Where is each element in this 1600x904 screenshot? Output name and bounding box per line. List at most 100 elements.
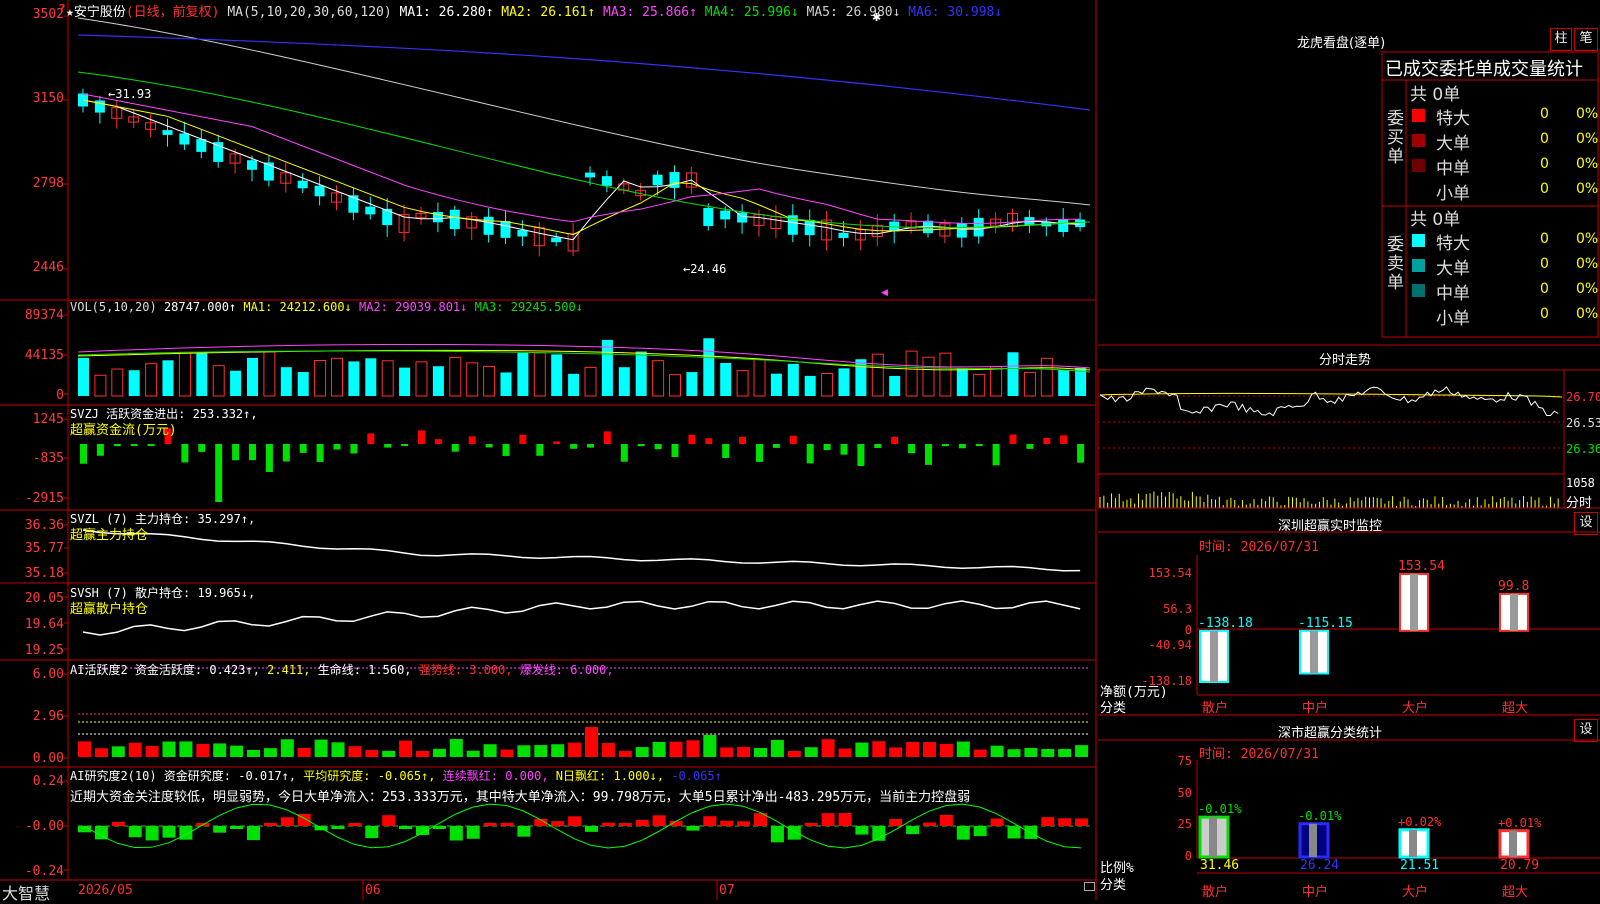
- candle: [1058, 219, 1069, 232]
- ai1-value: 生命线: 1.560,: [317, 663, 419, 677]
- svsh-axis-label: 19.25: [24, 643, 64, 658]
- fund-flow-bar: [806, 444, 814, 464]
- activity-bar: [838, 748, 852, 757]
- classify-settings-button[interactable]: 设: [1574, 719, 1598, 742]
- period-label[interactable]: (日线，前复权): [126, 5, 220, 20]
- intraday-avg-line: [1099, 392, 1563, 398]
- activity-bar: [720, 747, 734, 757]
- activity-bar: [297, 748, 311, 757]
- order-percent: 0%: [1576, 256, 1599, 272]
- volume-bar: [263, 351, 276, 397]
- ma-value: MA2: 26.161↑: [493, 5, 596, 20]
- order-percent: 0%: [1576, 231, 1599, 247]
- research-bar: [517, 826, 531, 837]
- ma3-line: [82, 93, 1081, 225]
- fund-flow-bar: [840, 444, 848, 455]
- monitor-bar-shade: [1510, 593, 1518, 631]
- order-size-name: 中单: [1436, 159, 1470, 179]
- research-bar: [365, 826, 379, 839]
- ai2-value: 连续飘红: 0.000,: [442, 769, 556, 783]
- order-size-name: 大单: [1436, 134, 1470, 154]
- volume-bar: [128, 370, 140, 396]
- research-bar: [162, 826, 176, 838]
- ai1-value: 爆发线: 6.000,: [519, 663, 614, 677]
- activity-bar: [280, 739, 294, 757]
- candle: [382, 208, 393, 226]
- order-percent: 0%: [1576, 156, 1599, 172]
- tab-bar-view[interactable]: 柱: [1550, 28, 1572, 51]
- classify-bar: [1398, 828, 1430, 859]
- volume-bar: [466, 362, 479, 397]
- ai1-header: AI活跃度2 资金活跃度: 0.423↑, 2.411, 生命线: 1.560,…: [70, 661, 614, 678]
- volume-bar: [956, 368, 968, 396]
- vol-title: VOL(5,10,20): [70, 300, 157, 314]
- sell-total: 共 0单: [1410, 210, 1461, 230]
- activity-bar: [855, 742, 869, 757]
- kline-chart-area[interactable]: [0, 0, 1098, 900]
- activity-bar: [1041, 749, 1055, 757]
- fund-flow-bar: [620, 444, 628, 462]
- activity-bar: [314, 739, 328, 757]
- order-size-swatch: [1412, 159, 1425, 172]
- activity-bar: [804, 747, 818, 757]
- brand-logo[interactable]: 大智慧: [2, 880, 50, 904]
- activity-bar: [263, 748, 277, 757]
- activity-bar: [196, 743, 210, 757]
- fund-flow-bar: [908, 444, 916, 454]
- activity-bar: [585, 727, 598, 757]
- fund-flow-bar: [756, 444, 763, 462]
- volume-bar: [94, 374, 107, 397]
- svzl-axis-label: 35.18: [24, 566, 64, 581]
- order-count: 0: [1540, 281, 1549, 297]
- stock-name[interactable]: ★安宁股份: [66, 5, 126, 20]
- svzl-axis-label: 35.77: [24, 541, 64, 556]
- research-bar: [973, 826, 987, 837]
- research-bar: [466, 826, 480, 839]
- activity-bar: [230, 745, 244, 757]
- price-axis-label: 2446: [32, 260, 64, 275]
- monitor-settings-button[interactable]: 设: [1574, 512, 1598, 535]
- monitor-bar-value: -138.18: [1198, 615, 1253, 631]
- monitor-bar: [1299, 629, 1329, 675]
- volume-bar: [348, 361, 360, 396]
- svzj-axis-label: -2915: [24, 491, 64, 506]
- fund-flow-bar: [1077, 444, 1085, 463]
- fund-flow-bar: [1043, 437, 1051, 444]
- tab-tick-view[interactable]: 笔: [1574, 28, 1598, 51]
- ai1-axis-label: 0.00: [32, 751, 64, 766]
- activity-bar: [348, 746, 362, 757]
- activity-bar: [669, 741, 683, 757]
- research-bar: [500, 822, 514, 826]
- research-bar: [551, 821, 565, 826]
- volume-bar: [1075, 367, 1087, 396]
- fund-flow-bar: [367, 433, 375, 444]
- fund-flow-bar: [789, 435, 797, 444]
- research-bar: [1058, 818, 1072, 826]
- lock-icon[interactable]: [1084, 882, 1095, 891]
- fund-flow-bar: [130, 444, 138, 446]
- svzj-axis-label: 1245: [32, 412, 64, 427]
- vol-ma2-line: [77, 343, 1091, 369]
- question-icon[interactable]: ?: [59, 2, 65, 15]
- order-size-swatch: [1412, 134, 1425, 147]
- classify-bar-shade: [1309, 823, 1317, 857]
- activity-bar: [466, 750, 480, 757]
- activity-bar: [213, 743, 227, 757]
- order-size-swatch: [1412, 109, 1425, 122]
- research-bar: [635, 819, 649, 826]
- classify-xlabel: 分类: [1100, 878, 1127, 893]
- research-bar: [568, 816, 582, 826]
- candle: [365, 206, 376, 215]
- vol-axis-label: 89374: [24, 308, 64, 323]
- intraday-vol-label: 分时: [1566, 496, 1593, 511]
- classify-value: 26.24: [1300, 858, 1340, 873]
- candle: [517, 229, 528, 237]
- candle: [297, 180, 308, 189]
- volume-bar: [162, 360, 174, 396]
- fund-flow-bar: [570, 444, 578, 449]
- monitor-bar-value: 153.54: [1398, 559, 1445, 574]
- ai1-axis-label: 6.00: [32, 667, 64, 682]
- fund-flow-bar: [536, 444, 544, 456]
- research-bar: [483, 823, 497, 826]
- fund-flow-bar: [1026, 444, 1034, 449]
